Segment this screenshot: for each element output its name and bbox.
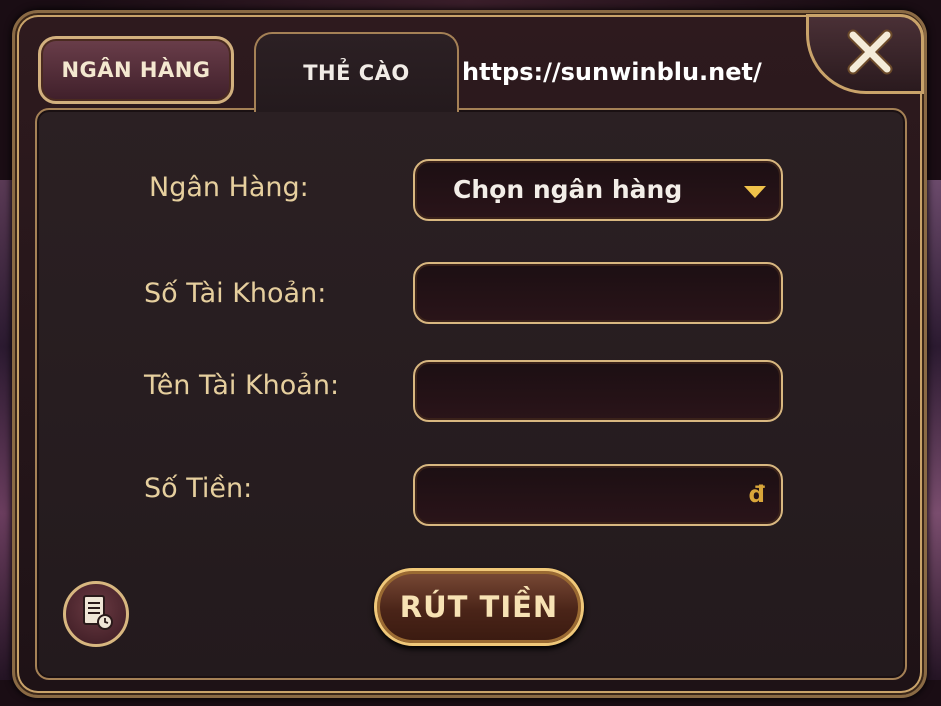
amount-label: Số Tiền: [144,473,253,504]
account-name-label: Tên Tài Khoản: [144,370,340,401]
background-right-strip [927,180,941,680]
bank-select-value: Chọn ngân hàng [453,175,683,204]
withdraw-button-label: RÚT TIỀN [399,590,559,624]
bank-label: Ngân Hàng: [149,172,309,203]
account-number-label: Số Tài Khoản: [144,278,327,309]
tab-scratch-card[interactable]: THẺ CÀO [254,32,459,112]
amount-input[interactable]: đ [413,464,783,526]
account-number-input[interactable] [413,262,783,324]
history-button[interactable] [63,581,129,647]
account-name-input[interactable] [413,360,783,422]
currency-symbol: đ [748,482,765,508]
bank-select[interactable]: Chọn ngân hàng [413,159,783,221]
tab-bank[interactable]: NGÂN HÀNG [38,36,234,104]
caret-down-icon [743,184,767,198]
tab-scratch-card-label: THẺ CÀO [303,61,410,85]
tab-bank-label: NGÂN HÀNG [61,58,211,82]
close-icon [845,27,895,81]
withdraw-button[interactable]: RÚT TIỀN [374,568,584,646]
watermark-url: https://sunwinblu.net/ [462,58,762,86]
history-icon [76,592,116,636]
